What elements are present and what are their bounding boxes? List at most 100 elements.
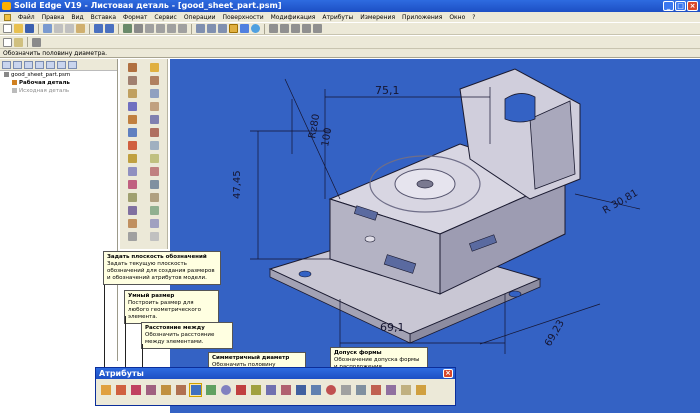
smart-dimension-button[interactable] [114, 383, 127, 397]
louver-icon[interactable] [128, 193, 137, 202]
new-icon[interactable] [3, 24, 12, 33]
menu-modify[interactable]: Модификация [271, 14, 316, 21]
tab-properties[interactable] [68, 61, 77, 69]
menu-format[interactable]: Формат [123, 14, 147, 21]
grid-icon[interactable] [291, 24, 300, 33]
menu-surfaces[interactable]: Поверхности [223, 14, 264, 21]
display-icon[interactable] [280, 24, 289, 33]
gusset-icon[interactable] [128, 219, 137, 228]
angular-coordinate-button[interactable] [174, 383, 187, 397]
zoom-icon[interactable] [145, 24, 154, 33]
tree-item-part[interactable]: good_sheet_part.psm [0, 71, 117, 79]
sketch-icon[interactable] [14, 37, 23, 47]
tab-family[interactable] [57, 61, 66, 69]
balloon-button[interactable] [234, 383, 247, 397]
tab-layers[interactable] [13, 61, 22, 69]
view-front-icon[interactable] [207, 24, 216, 33]
menu-help[interactable]: ? [472, 14, 475, 21]
distance-between-button[interactable] [129, 383, 142, 397]
callout-button[interactable] [219, 383, 232, 397]
sketch-plane-icon[interactable] [150, 76, 159, 85]
datum-frame-button[interactable] [309, 383, 322, 397]
chamfer-dimension-button[interactable] [369, 383, 382, 397]
bend-icon[interactable] [150, 89, 159, 98]
save-icon[interactable] [25, 24, 34, 33]
maximize-button[interactable]: □ [675, 1, 686, 11]
cut-icon[interactable] [54, 24, 63, 33]
tab-library[interactable] [35, 61, 44, 69]
hole-icon[interactable] [128, 154, 137, 163]
undo-icon[interactable] [94, 24, 103, 33]
settings-icon[interactable] [32, 37, 41, 47]
select-icon[interactable] [123, 24, 132, 33]
menu-file[interactable]: Файл [18, 14, 35, 21]
tab-features[interactable] [2, 61, 11, 69]
menu-features[interactable]: Операции [184, 14, 216, 21]
thicken-icon[interactable] [150, 154, 159, 163]
tab-sensors[interactable] [24, 61, 33, 69]
jog-icon[interactable] [150, 128, 159, 137]
rotate-icon[interactable] [134, 24, 143, 33]
select-tool-icon[interactable] [3, 37, 12, 47]
menu-window[interactable]: Окно [449, 14, 465, 21]
mirror-icon[interactable] [150, 141, 159, 150]
minimize-button[interactable]: _ [663, 1, 674, 11]
text-box-button[interactable] [399, 383, 412, 397]
emboss-icon[interactable] [150, 167, 159, 176]
shaded-edges-icon[interactable] [240, 24, 249, 33]
select-feature-icon[interactable] [128, 63, 137, 72]
shaded-icon[interactable] [229, 24, 238, 33]
cutout-icon[interactable] [128, 141, 137, 150]
menu-measure[interactable]: Измерения [360, 14, 395, 21]
drawn-cutout-icon[interactable] [150, 180, 159, 189]
open-icon[interactable] [14, 24, 23, 33]
centerline-button[interactable] [354, 383, 367, 397]
leader-button[interactable] [204, 383, 217, 397]
redo-icon[interactable] [105, 24, 114, 33]
coordinate-dimension-button[interactable] [159, 383, 172, 397]
break-corner-icon[interactable] [128, 167, 137, 176]
layers-icon[interactable] [269, 24, 278, 33]
datum-target-button[interactable] [324, 383, 337, 397]
fit-icon[interactable] [167, 24, 176, 33]
options-icon[interactable] [313, 24, 322, 33]
zoom-area-icon[interactable] [156, 24, 165, 33]
menu-edit[interactable]: Правка [42, 14, 65, 21]
menu-tools[interactable]: Сервис [154, 14, 176, 21]
sphere-icon[interactable] [251, 24, 260, 33]
contour-flange-icon[interactable] [128, 102, 137, 111]
snap-icon[interactable] [302, 24, 311, 33]
paste-icon[interactable] [76, 24, 85, 33]
bolt-hole-button[interactable] [384, 383, 397, 397]
tree-item-base-part[interactable]: Исходная деталь [0, 87, 117, 95]
document-icon[interactable] [4, 13, 11, 21]
copy-icon[interactable] [65, 24, 74, 33]
lofted-flange-icon[interactable] [128, 115, 137, 124]
edge-condition-button[interactable] [279, 383, 292, 397]
attributes-close-button[interactable]: × [443, 369, 453, 378]
surface-texture-button[interactable] [249, 383, 262, 397]
smart-select-icon[interactable] [150, 63, 159, 72]
menu-applications[interactable]: Приложения [402, 14, 442, 21]
pattern-icon[interactable] [128, 232, 137, 241]
close-corner-icon[interactable] [150, 193, 159, 202]
view-top-icon[interactable] [196, 24, 205, 33]
hem-icon[interactable] [128, 128, 137, 137]
properties-button[interactable] [414, 383, 427, 397]
symmetric-diameter-button[interactable] [189, 383, 202, 397]
tree-item-design-body[interactable]: Рабочая деталь [0, 79, 117, 87]
view-iso-icon[interactable] [218, 24, 227, 33]
rebend-icon[interactable] [150, 115, 159, 124]
angle-between-button[interactable] [144, 383, 157, 397]
form-tolerance-button[interactable] [294, 383, 307, 397]
close-button[interactable]: × [687, 1, 698, 11]
menu-attributes[interactable]: Атрибуты [322, 14, 353, 21]
construction-icon[interactable] [150, 232, 159, 241]
unbend-icon[interactable] [150, 102, 159, 111]
attributes-toolbar-title[interactable]: Атрибуты × [96, 368, 455, 379]
menu-insert[interactable]: Вставка [91, 14, 116, 21]
reference-plane-icon[interactable] [150, 219, 159, 228]
tab-icon[interactable] [128, 76, 137, 85]
menu-view[interactable]: Вид [71, 14, 83, 21]
print-icon[interactable] [43, 24, 52, 33]
